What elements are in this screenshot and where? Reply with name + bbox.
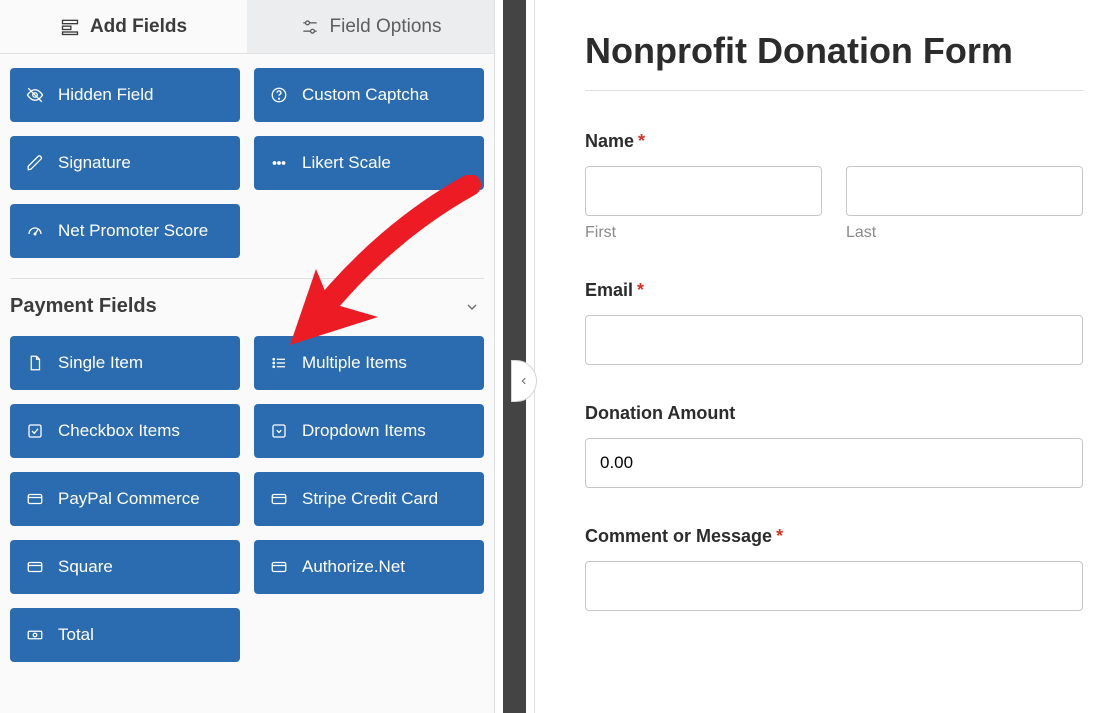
payment-field-button-stripe-credit-card[interactable]: Stripe Credit Card [254, 472, 484, 526]
first-name-sublabel: First [585, 224, 822, 242]
checkbox-icon [26, 422, 44, 440]
payment-field-button-label: Single Item [58, 353, 143, 373]
payment-field-button-label: Checkbox Items [58, 421, 180, 441]
payment-field-button-label: Square [58, 557, 113, 577]
first-name-input[interactable] [585, 166, 822, 216]
email-field[interactable]: Email* [585, 280, 1083, 365]
form-layout-icon [60, 17, 80, 37]
name-field[interactable]: Name* First Last [585, 131, 1083, 242]
hidden-icon [26, 86, 44, 104]
payment-field-button-label: Authorize.Net [302, 557, 405, 577]
payment-field-button-square[interactable]: Square [10, 540, 240, 594]
payment-field-button-label: Stripe Credit Card [302, 489, 438, 509]
gauge-icon [26, 222, 44, 240]
payment-field-button-label: Multiple Items [302, 353, 407, 373]
divider-line [585, 90, 1083, 91]
chevron-left-icon [519, 376, 529, 386]
payment-field-button-label: Total [58, 625, 94, 645]
donation-field[interactable]: Donation Amount [585, 403, 1083, 488]
dots-icon [270, 154, 288, 172]
fields-scroll[interactable]: Hidden Field Custom Captcha Signature Liker… [0, 54, 494, 696]
payment-fields-title: Payment Fields [10, 295, 157, 318]
payment-field-button-total[interactable]: Total [10, 608, 240, 662]
tab-add-fields[interactable]: Add Fields [0, 0, 247, 53]
email-label: Email* [585, 280, 1083, 301]
card-icon [270, 490, 288, 508]
field-button-label: Signature [58, 153, 131, 173]
payment-field-button-multiple-items[interactable]: Multiple Items [254, 336, 484, 390]
field-button-label: Hidden Field [58, 85, 153, 105]
tab-field-options-label: Field Options [330, 16, 442, 38]
collapse-sidebar-button[interactable] [511, 360, 537, 402]
comment-label: Comment or Message* [585, 526, 1083, 547]
caret-square-icon [270, 422, 288, 440]
file-icon [26, 354, 44, 372]
payment-field-button-authorize-net[interactable]: Authorize.Net [254, 540, 484, 594]
chevron-down-icon [464, 299, 480, 315]
card-icon [26, 558, 44, 576]
panel-divider [495, 0, 535, 713]
payment-fields-heading[interactable]: Payment Fields [10, 278, 484, 322]
field-button-hidden-field[interactable]: Hidden Field [10, 68, 240, 122]
form-title: Nonprofit Donation Form [585, 30, 1116, 72]
sidebar-tabs: Add Fields Field Options [0, 0, 494, 54]
tab-add-fields-label: Add Fields [90, 16, 187, 38]
payment-field-button-single-item[interactable]: Single Item [10, 336, 240, 390]
comment-input[interactable] [585, 561, 1083, 611]
field-button-custom-captcha[interactable]: Custom Captcha [254, 68, 484, 122]
field-button-likert-scale[interactable]: Likert Scale [254, 136, 484, 190]
pencil-icon [26, 154, 44, 172]
email-input[interactable] [585, 315, 1083, 365]
last-name-sublabel: Last [846, 224, 1083, 242]
question-icon [270, 86, 288, 104]
tab-field-options[interactable]: Field Options [247, 0, 494, 53]
payment-field-button-paypal-commerce[interactable]: PayPal Commerce [10, 472, 240, 526]
last-name-input[interactable] [846, 166, 1083, 216]
field-button-label: Custom Captcha [302, 85, 429, 105]
money-icon [26, 626, 44, 644]
list-icon [270, 354, 288, 372]
payment-field-button-label: PayPal Commerce [58, 489, 200, 509]
sliders-icon [300, 17, 320, 37]
field-button-label: Likert Scale [302, 153, 391, 173]
name-label: Name* [585, 131, 1083, 152]
payment-field-button-checkbox-items[interactable]: Checkbox Items [10, 404, 240, 458]
payment-field-button-label: Dropdown Items [302, 421, 426, 441]
sidebar: Add Fields Field Options Hidden Field Cus… [0, 0, 495, 713]
field-button-net-promoter-score[interactable]: Net Promoter Score [10, 204, 240, 258]
donation-input[interactable] [585, 438, 1083, 488]
donation-label: Donation Amount [585, 403, 1083, 424]
field-button-signature[interactable]: Signature [10, 136, 240, 190]
card-icon [270, 558, 288, 576]
form-preview: Nonprofit Donation Form Name* First Last… [535, 0, 1116, 713]
payment-field-button-dropdown-items[interactable]: Dropdown Items [254, 404, 484, 458]
comment-field[interactable]: Comment or Message* [585, 526, 1083, 611]
card-icon [26, 490, 44, 508]
field-button-label: Net Promoter Score [58, 221, 208, 241]
